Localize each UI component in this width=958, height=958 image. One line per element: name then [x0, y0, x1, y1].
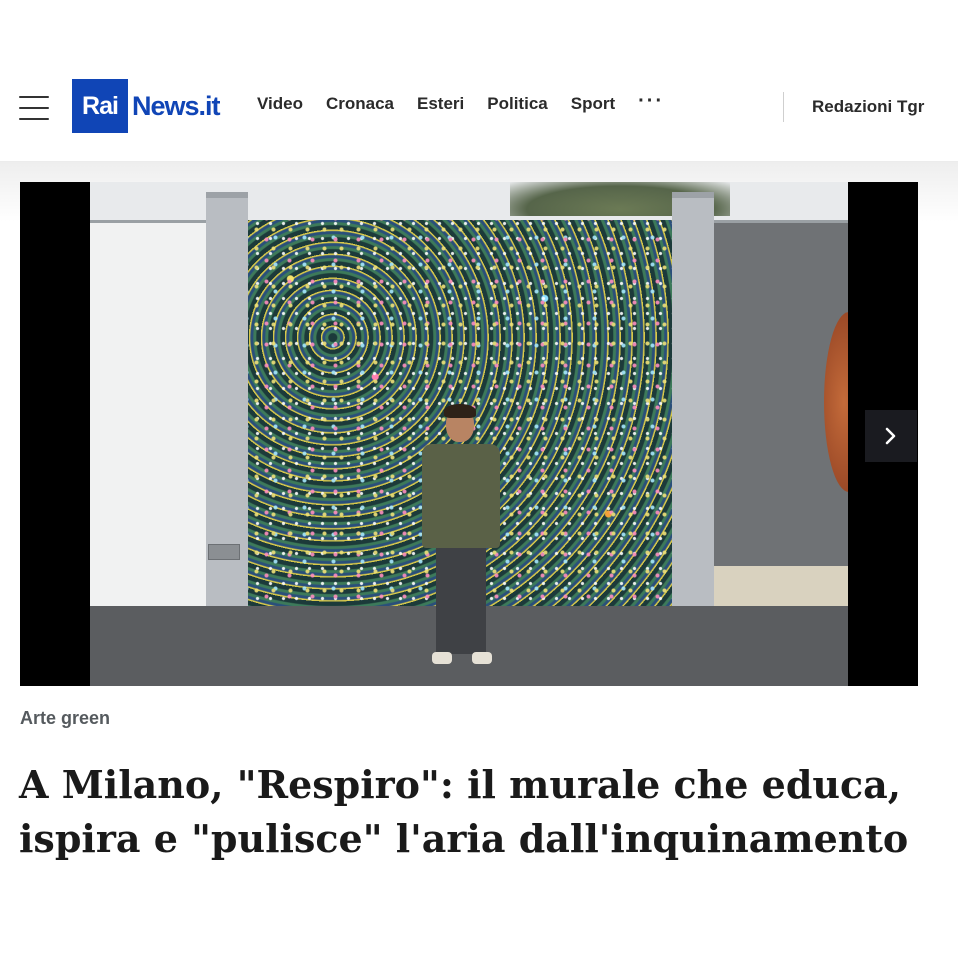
photo-wall-left — [90, 220, 210, 610]
chevron-right-icon — [885, 427, 896, 445]
mural-photo — [90, 182, 848, 686]
photo-sky — [90, 182, 848, 222]
article-title: A Milano, "Respiro": il murale che educa… — [19, 762, 909, 861]
article-category[interactable]: Arte green — [20, 708, 110, 729]
site-header: Rai News.it Video Cronaca Esteri Politic… — [0, 52, 958, 162]
rainews-logo[interactable]: Rai News.it — [72, 79, 221, 133]
photo-plaque — [208, 544, 240, 560]
person-jacket — [422, 444, 500, 548]
logo-rai-mark: Rai — [72, 79, 128, 133]
nav-item-cronaca[interactable]: Cronaca — [326, 94, 394, 114]
person-shoe-right — [472, 652, 492, 664]
nav-item-video[interactable]: Video — [257, 94, 303, 114]
person-legs — [436, 544, 486, 654]
nav-item-sport[interactable]: Sport — [571, 94, 615, 114]
more-dots-icon[interactable]: ··· — [638, 90, 664, 113]
person-shoe-left — [432, 652, 452, 664]
header-divider — [783, 92, 784, 122]
photo-wall-right-base — [714, 566, 848, 606]
nav-item-esteri[interactable]: Esteri — [417, 94, 464, 114]
person-hair — [444, 404, 476, 418]
logo-news-text: News.it — [132, 90, 221, 121]
photo-pillar-right — [672, 192, 714, 612]
redazioni-tgr-link[interactable]: Redazioni Tgr — [812, 97, 924, 117]
photo-person — [416, 404, 506, 676]
carousel-next-button[interactable] — [865, 410, 917, 462]
nav-item-politica[interactable]: Politica — [487, 94, 547, 114]
image-carousel[interactable] — [20, 182, 918, 686]
hamburger-menu-icon[interactable] — [19, 96, 49, 120]
main-nav: Video Cronaca Esteri Politica Sport ··· — [257, 90, 664, 114]
